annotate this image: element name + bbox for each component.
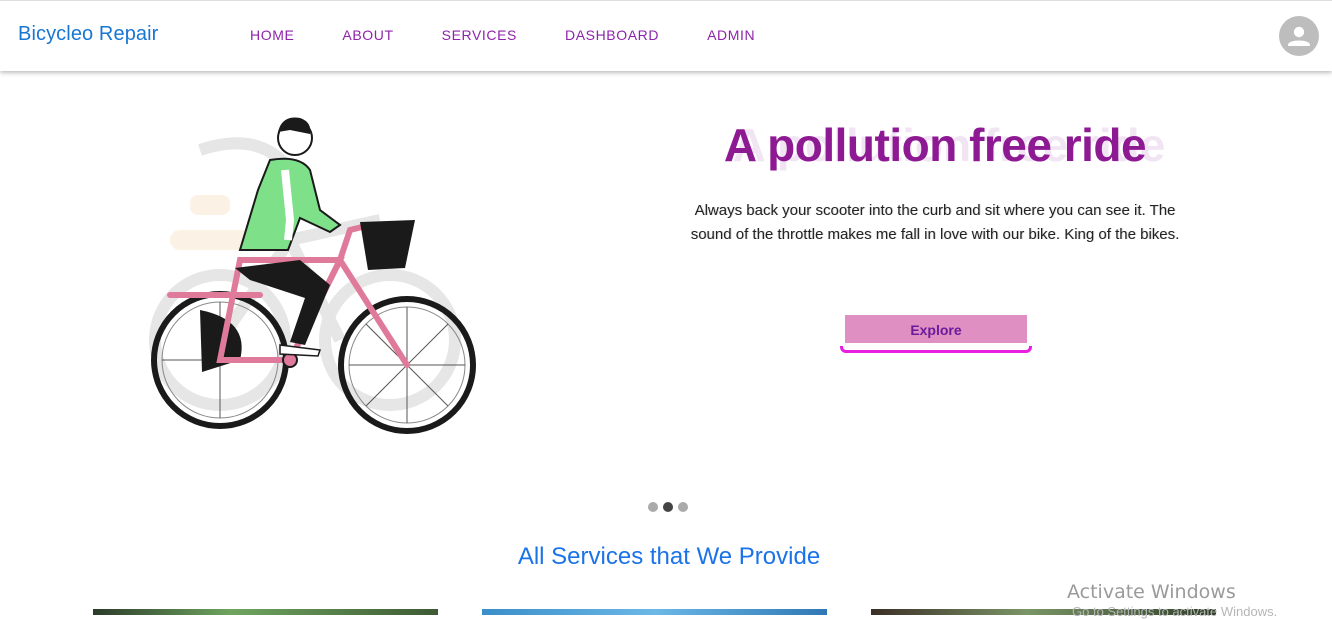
- service-card-image[interactable]: [482, 609, 827, 615]
- hero-description: Always back your scooter into the curb a…: [690, 202, 1180, 243]
- windows-activation-subtitle: Go to Settings to activate Windows.: [1072, 604, 1278, 619]
- windows-activation-watermark: Activate Windows: [1067, 581, 1236, 603]
- nav-admin[interactable]: ADMIN: [683, 1, 779, 71]
- carousel-dot[interactable]: [648, 502, 658, 512]
- services-section-title: All Services that We Provide: [517, 543, 821, 570]
- carousel-dot-active[interactable]: [663, 502, 673, 512]
- explore-button[interactable]: Explore: [845, 315, 1027, 343]
- account-avatar[interactable]: [1279, 16, 1319, 56]
- nav-about[interactable]: ABOUT: [318, 1, 417, 71]
- top-app-bar: Bicycleo Repair HOME ABOUT SERVICES DASH…: [0, 0, 1332, 71]
- nav-dashboard[interactable]: DASHBOARD: [541, 1, 683, 71]
- carousel-dot[interactable]: [678, 502, 688, 512]
- cyclist-illustration: [149, 117, 476, 434]
- main-nav: HOME ABOUT SERVICES DASHBOARD ADMIN: [226, 1, 779, 71]
- nav-services[interactable]: SERVICES: [418, 1, 541, 71]
- hero-title: A pollution free ride: [723, 119, 1147, 171]
- service-card-image[interactable]: [93, 609, 438, 615]
- brand-logo-text[interactable]: Bicycleo Repair: [18, 23, 158, 46]
- nav-home[interactable]: HOME: [226, 1, 318, 71]
- account-circle-icon: [1288, 26, 1310, 46]
- carousel-indicators: [648, 502, 688, 512]
- explore-button-underline: [840, 346, 1032, 353]
